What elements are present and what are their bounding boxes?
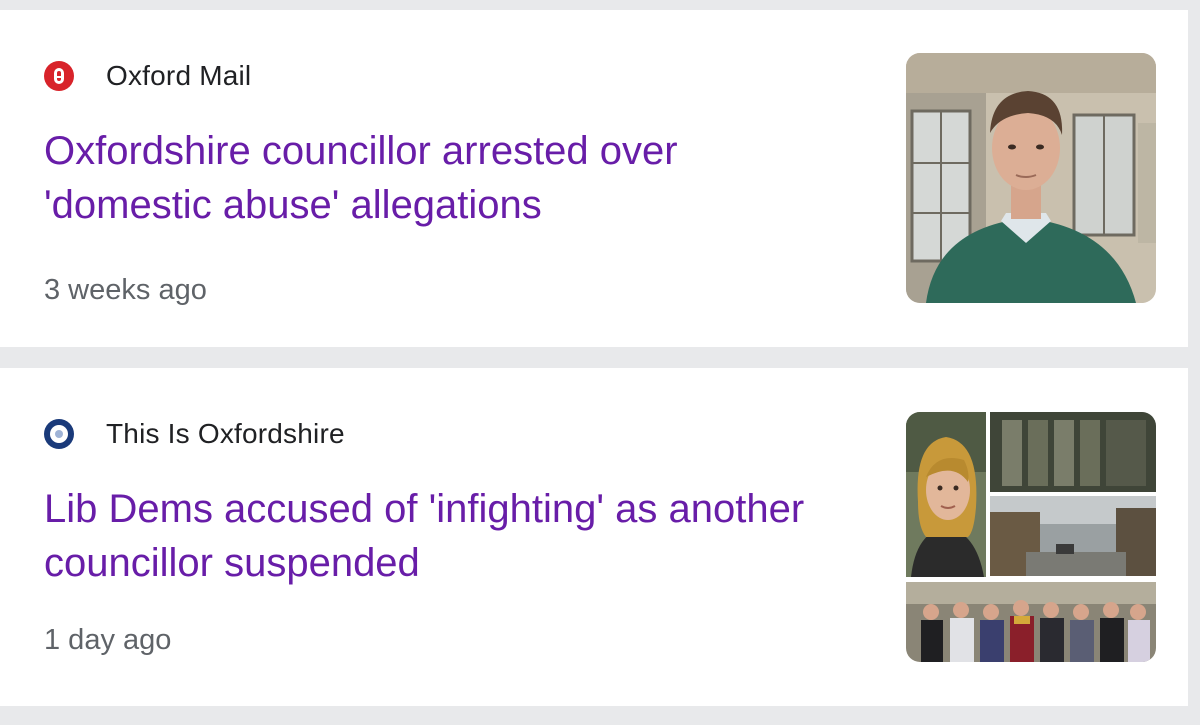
scroll-gutter (1188, 0, 1200, 725)
news-card[interactable]: This Is Oxfordshire Lib Dems accused of … (0, 368, 1188, 706)
source-name: This Is Oxfordshire (106, 418, 345, 449)
timestamp: 3 weeks ago (44, 274, 207, 306)
thumbnail-photo (906, 53, 1156, 303)
this-is-oxfordshire-logo-icon (44, 419, 74, 449)
headline-link[interactable]: Lib Dems accused of 'infighting' as anot… (44, 482, 844, 590)
timestamp: 1 day ago (44, 624, 172, 656)
article-thumbnail[interactable] (906, 412, 1156, 662)
headline-link[interactable]: Oxfordshire councillor arrested over 'do… (44, 124, 844, 232)
thumbnail-collage (906, 412, 1156, 662)
news-card[interactable]: Oxford Mail Oxfordshire councillor arres… (0, 10, 1188, 347)
oxford-mail-logo-icon (44, 61, 74, 91)
source-name: Oxford Mail (106, 60, 252, 91)
source-row: This Is Oxfordshire (44, 418, 345, 450)
source-row: Oxford Mail (44, 60, 251, 92)
article-thumbnail[interactable] (906, 53, 1156, 303)
